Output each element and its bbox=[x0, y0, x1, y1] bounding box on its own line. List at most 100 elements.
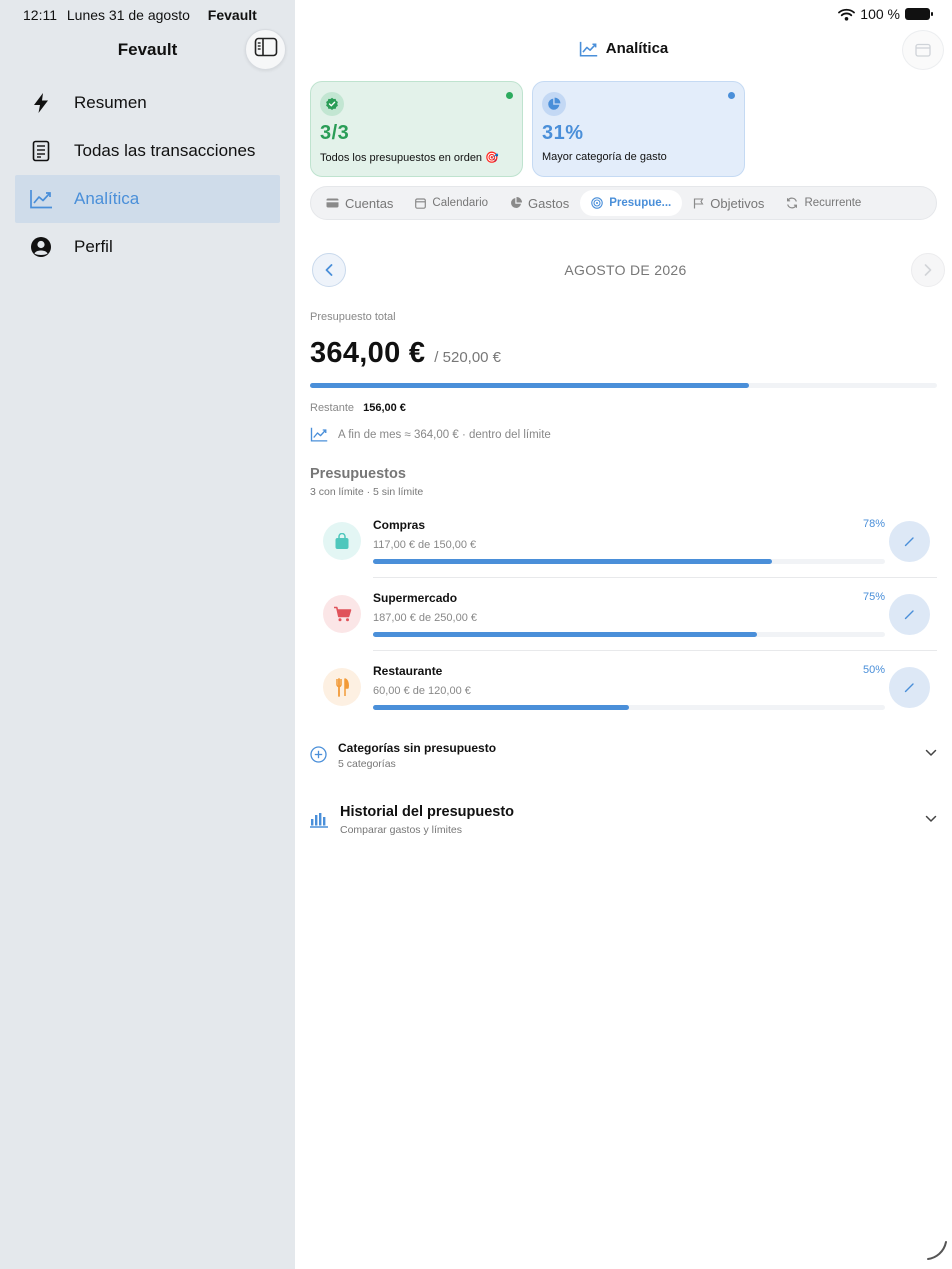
budget-progress-fill bbox=[373, 632, 757, 637]
sidebar-nav: Resumen Todas las transacciones Analític… bbox=[15, 79, 280, 271]
forecast-text: A fin de mes ≈ 364,00 € · dentro del lím… bbox=[338, 428, 551, 441]
budget-amount: 117,00 € de 150,00 € bbox=[373, 539, 477, 551]
total-spent-amount: 364,00 € bbox=[310, 337, 426, 369]
sidebar-toggle-button[interactable] bbox=[245, 29, 286, 70]
tab-presupuestos[interactable]: Presupue... bbox=[580, 190, 683, 216]
next-month-button[interactable] bbox=[911, 253, 945, 287]
budget-name: Compras bbox=[373, 518, 426, 532]
month-navigator: AGOSTO DE 2026 bbox=[312, 253, 945, 287]
budget-row-supermercado[interactable]: Supermercado 187,00 € de 250,00 € 75% bbox=[310, 587, 937, 660]
plus-circle-icon bbox=[310, 746, 327, 763]
budget-progress-bar bbox=[373, 559, 885, 564]
summary-card-value: 3/3 bbox=[320, 122, 350, 144]
chevron-right-icon bbox=[924, 264, 932, 276]
budget-progress-bar bbox=[373, 705, 885, 710]
edit-budget-button[interactable] bbox=[889, 667, 930, 708]
total-budget-label: Presupuesto total bbox=[310, 311, 396, 323]
budget-percent: 78% bbox=[862, 518, 885, 530]
budget-history-section-toggle[interactable]: Historial del presupuesto Comparar gasto… bbox=[310, 804, 937, 838]
budget-progress-fill bbox=[373, 705, 629, 710]
pie-chart-icon bbox=[542, 92, 566, 116]
remaining-value: 156,00 € bbox=[363, 402, 406, 414]
page-title-text: Analítica bbox=[605, 40, 669, 57]
budget-progress-bar bbox=[373, 632, 885, 637]
sidebar-item-perfil[interactable]: Perfil bbox=[15, 223, 280, 271]
sidebar-item-resumen[interactable]: Resumen bbox=[15, 79, 280, 127]
chart-line-icon bbox=[579, 41, 606, 57]
pencil-icon bbox=[904, 609, 915, 620]
page-title: Analítica bbox=[295, 40, 952, 57]
uncategorized-subtitle: 5 categorías bbox=[338, 758, 396, 770]
tab-recurrente[interactable]: Recurrente bbox=[775, 190, 872, 216]
total-limit-amount: / 520,00 € bbox=[434, 349, 502, 366]
refresh-icon bbox=[786, 197, 804, 209]
uncategorized-title: Categorías sin presupuesto bbox=[338, 741, 497, 755]
receipt-icon bbox=[29, 139, 53, 163]
edit-budget-button[interactable] bbox=[889, 594, 930, 635]
person-circle-icon bbox=[29, 235, 53, 259]
target-icon bbox=[591, 197, 609, 209]
sidebar: 12:11 Lunes 31 de agosto Fevault Fevault… bbox=[0, 0, 295, 1269]
battery-label: 100 % bbox=[860, 6, 900, 22]
budget-row-restaurante[interactable]: Restaurante 60,00 € de 120,00 € 50% bbox=[310, 660, 937, 733]
edit-budget-button[interactable] bbox=[889, 521, 930, 562]
flag-icon bbox=[693, 197, 710, 209]
sidebar-item-transacciones[interactable]: Todas las transacciones bbox=[15, 127, 280, 175]
budget-row-compras[interactable]: Compras 117,00 € de 150,00 € 78% bbox=[310, 514, 937, 587]
fork-knife-icon bbox=[323, 668, 361, 706]
divider bbox=[373, 577, 937, 578]
budget-amount: 187,00 € de 250,00 € bbox=[373, 612, 477, 624]
chevron-down-icon bbox=[925, 749, 937, 757]
summary-card-label: Todos los presupuestos en orden 🎯 bbox=[320, 152, 499, 164]
budget-progress-fill bbox=[373, 559, 773, 564]
tab-label: Cuentas bbox=[345, 195, 394, 211]
battery-icon bbox=[905, 8, 933, 20]
sidebar-item-label: Resumen bbox=[74, 93, 147, 112]
tab-label: Calendario bbox=[432, 197, 489, 209]
total-progress-bar bbox=[310, 383, 937, 388]
sidebar-item-analitica[interactable]: Analítica bbox=[15, 175, 280, 223]
check-badge-icon bbox=[320, 92, 344, 116]
main-content: 100 % Analítica 3/3 Todos los presupuest… bbox=[295, 0, 952, 1269]
shopping-bag-icon bbox=[323, 522, 361, 560]
status-app-name: Fevault bbox=[207, 7, 257, 23]
tab-label: Recurrente bbox=[804, 197, 862, 209]
sidebar-item-label: Perfil bbox=[74, 237, 113, 256]
status-bar-right: 100 % bbox=[838, 6, 933, 22]
tab-objetivos[interactable]: Objetivos bbox=[682, 190, 775, 216]
wifi-icon bbox=[838, 8, 856, 21]
resize-handle-icon[interactable] bbox=[926, 1239, 948, 1266]
budget-name: Supermercado bbox=[373, 591, 458, 605]
pencil-icon bbox=[904, 682, 915, 693]
summary-card-top-category[interactable]: 31% Mayor categoría de gasto bbox=[532, 81, 745, 177]
card-icon bbox=[326, 198, 345, 208]
chevron-down-icon bbox=[925, 815, 937, 823]
sidebar-item-label: Todas las transacciones bbox=[74, 141, 256, 160]
budget-percent: 50% bbox=[862, 664, 885, 676]
tab-cuentas[interactable]: Cuentas bbox=[315, 190, 404, 216]
uncategorized-section-toggle[interactable]: Categorías sin presupuesto 5 categorías bbox=[310, 741, 937, 773]
summary-card-label: Mayor categoría de gasto bbox=[542, 151, 667, 163]
summary-card-budgets-ok[interactable]: 3/3 Todos los presupuestos en orden 🎯 bbox=[310, 81, 523, 177]
chart-line-icon bbox=[29, 187, 53, 211]
status-time: 12:11 bbox=[23, 7, 57, 23]
total-progress-fill bbox=[310, 383, 749, 388]
pencil-icon bbox=[904, 536, 915, 547]
tab-label: Presupue... bbox=[609, 197, 672, 209]
chart-line-icon bbox=[310, 427, 338, 442]
status-dot bbox=[506, 92, 513, 99]
tab-calendario[interactable]: Calendario bbox=[404, 190, 499, 216]
cart-icon bbox=[323, 595, 361, 633]
sidebar-item-label: Analítica bbox=[74, 189, 140, 208]
status-bar-left: 12:11 Lunes 31 de agosto Fevault bbox=[23, 7, 257, 23]
budgets-section-subtitle: 3 con límite · 5 sin límite bbox=[310, 486, 424, 498]
calendar-button[interactable] bbox=[902, 30, 944, 70]
pie-icon bbox=[510, 197, 528, 209]
budget-history-title: Historial del presupuesto bbox=[340, 804, 515, 820]
divider bbox=[373, 650, 937, 651]
remaining-amount: Restante 156,00 € bbox=[310, 402, 406, 414]
total-budget: 364,00 € / 520,00 € bbox=[310, 337, 501, 370]
calendar-icon bbox=[415, 197, 432, 209]
tab-gastos[interactable]: Gastos bbox=[499, 190, 580, 216]
budgets-section-title: Presupuestos bbox=[310, 466, 406, 482]
